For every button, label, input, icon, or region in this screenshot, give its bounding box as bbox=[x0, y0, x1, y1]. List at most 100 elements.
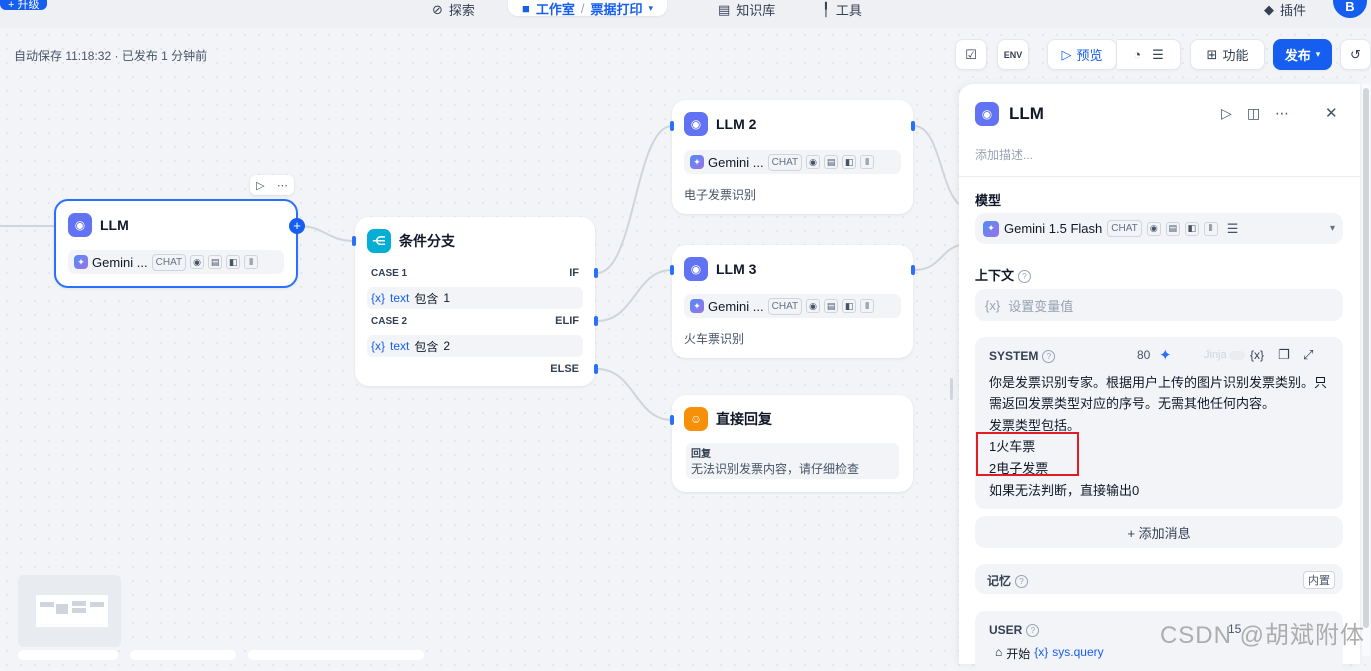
case-1-label: CASE 1 bbox=[371, 268, 408, 279]
run-history-button[interactable]: ◔ ☰ bbox=[1117, 39, 1181, 70]
gemini-icon: ✦ bbox=[690, 299, 704, 313]
llm2-description: 电子发票识别 bbox=[684, 188, 757, 202]
watermark: CSDN @胡斌附体 bbox=[1159, 622, 1365, 649]
nav-plugins[interactable]: ◆ 插件 bbox=[1264, 0, 1306, 19]
minimap-node bbox=[56, 604, 68, 614]
system-prompt-editor[interactable]: SYSTEM? 80 ✦ Jinja {x} ❐ ⤢ 你是发票识别专家。根据用户… bbox=[975, 337, 1343, 509]
case-1-keyword: IF bbox=[569, 267, 579, 279]
variable-icon[interactable]: {x} bbox=[1250, 348, 1264, 362]
run-node-icon[interactable]: ▷ bbox=[256, 179, 264, 192]
llm-node-model: ✦ Gemini ... CHAT ◉ ▤ ◧ ⦀ bbox=[68, 250, 284, 274]
help-doc-icon[interactable]: ◫ bbox=[1247, 105, 1260, 122]
edge-llm3-out bbox=[913, 244, 960, 271]
user-start-node: 开始 bbox=[1006, 647, 1031, 661]
preview-button[interactable]: ▷ 预览 bbox=[1047, 39, 1117, 70]
model-name: Gemini 1.5 Flash bbox=[1004, 221, 1103, 236]
video-icon: ◧ bbox=[842, 299, 857, 313]
clock-icon: ↺ bbox=[1350, 46, 1361, 62]
minimap-node bbox=[90, 602, 104, 607]
panel-resize-handle[interactable] bbox=[950, 378, 953, 400]
llm3-node-title: ◉ LLM 3 bbox=[684, 257, 756, 281]
answer-reply-box: 回复 无法识别发票内容，请仔细检查 bbox=[686, 443, 899, 479]
audio-icon: ⦀ bbox=[244, 255, 259, 269]
case-2-label: CASE 2 bbox=[371, 316, 408, 327]
jinja-toggle[interactable] bbox=[1229, 351, 1245, 360]
user-label: USER bbox=[989, 623, 1023, 637]
help-icon[interactable]: ? bbox=[1018, 270, 1032, 284]
copy-icon[interactable]: ❐ bbox=[1278, 347, 1290, 363]
edge-elif-to-llm3 bbox=[596, 269, 673, 322]
memory-section[interactable]: 记忆? 内置 bbox=[975, 564, 1343, 594]
grid-icon: ⊞ bbox=[1206, 46, 1218, 62]
system-line: 需返回发票类型对应的序号。无需其他任何内容。 bbox=[989, 396, 1276, 411]
llm-node[interactable]: ◉ LLM ✦ Gemini ... CHAT ◉ ▤ ◧ ⦀ + bbox=[54, 199, 305, 288]
history-button[interactable]: ↺ bbox=[1340, 39, 1371, 70]
llm2-output-port[interactable] bbox=[911, 121, 915, 131]
audio-icon: ⦀ bbox=[860, 299, 875, 313]
context-variable-selector[interactable]: {x} 设置变量值 bbox=[975, 289, 1343, 321]
more-icon[interactable]: ⋯ bbox=[277, 179, 288, 192]
env-button[interactable]: ENV bbox=[997, 39, 1029, 70]
minimap[interactable] bbox=[18, 575, 121, 647]
canvas-tools[interactable] bbox=[130, 650, 236, 660]
system-line: 你是发票识别专家。根据用户上传的图片识别发票类别。只 bbox=[989, 375, 1328, 390]
case-2-operator: 包含 bbox=[414, 339, 439, 354]
panel-title: LLM bbox=[1009, 104, 1044, 123]
avatar[interactable]: B bbox=[1333, 0, 1367, 18]
sparkle-icon[interactable]: ✦ bbox=[1159, 346, 1172, 364]
llm2-node[interactable]: ◉ LLM 2 ✦ Gemini ... CHAT ◉ ▤ ◧ ⦀ 电子发票识别 bbox=[672, 100, 913, 214]
variable-icon: {x} bbox=[371, 339, 386, 353]
llm2-node-title: ◉ LLM 2 bbox=[684, 112, 756, 136]
features-button[interactable]: ⊞ 功能 bbox=[1190, 39, 1265, 70]
more-icon[interactable]: ⋯ bbox=[1275, 105, 1289, 122]
llm3-output-port[interactable] bbox=[911, 265, 915, 275]
help-icon[interactable]: ? bbox=[1015, 575, 1029, 589]
else-output-port[interactable] bbox=[594, 364, 598, 374]
help-icon[interactable]: ? bbox=[1026, 624, 1040, 638]
if-else-node[interactable]: ⋲ 条件分支 CASE 1 IF {x} text 包含 1 CASE 2 EL… bbox=[355, 217, 595, 386]
model-label: 模型 bbox=[975, 193, 1002, 208]
memory-label: 记忆 bbox=[987, 574, 1012, 588]
scrollbar-thumb[interactable] bbox=[1363, 88, 1369, 628]
canvas-tools-2[interactable] bbox=[248, 650, 424, 660]
variable-icon: {x} bbox=[985, 297, 1001, 313]
scrollbar[interactable] bbox=[1362, 84, 1370, 656]
model-selector[interactable]: ✦ Gemini 1.5 Flash CHAT ◉ ▤ ◧ ⦀ ☰ ▾ bbox=[975, 213, 1343, 244]
answer-node[interactable]: ☺ 直接回复 回复 无法识别发票内容，请仔细检查 bbox=[672, 395, 913, 492]
answer-node-title: ☺ 直接回复 bbox=[684, 407, 772, 431]
user-section: USER? bbox=[989, 623, 1040, 638]
chat-chip: CHAT bbox=[1107, 220, 1142, 237]
add-next-node-button[interactable]: + bbox=[289, 218, 305, 234]
llm3-node-title-text: LLM 3 bbox=[716, 261, 757, 277]
add-message-button[interactable]: + 添加消息 bbox=[975, 516, 1343, 548]
audio-icon: ⦀ bbox=[1203, 221, 1218, 236]
else-keyword: ELSE bbox=[550, 363, 579, 375]
checklist-icon: ☑ bbox=[965, 46, 977, 62]
context-placeholder: 设置变量值 bbox=[1008, 298, 1074, 314]
llm2-input-port[interactable] bbox=[670, 121, 674, 131]
audio-icon: ⦀ bbox=[860, 155, 875, 169]
elif-output-port[interactable] bbox=[594, 316, 598, 326]
answer-input-port[interactable] bbox=[670, 415, 674, 425]
video-icon: ◧ bbox=[842, 155, 857, 169]
video-icon: ◧ bbox=[226, 255, 241, 269]
zoom-control[interactable] bbox=[18, 650, 118, 660]
branch-input-port[interactable] bbox=[352, 236, 356, 246]
chevron-down-icon: ▾ bbox=[1329, 223, 1335, 234]
publish-button[interactable]: 发布 ▾ bbox=[1273, 39, 1332, 70]
variable-icon: {x} bbox=[1034, 645, 1049, 659]
highlight-box bbox=[976, 432, 1079, 476]
close-icon[interactable]: ✕ bbox=[1325, 104, 1338, 122]
description-input[interactable]: 添加描述... bbox=[975, 146, 1033, 163]
node-config-panel: ◉ LLM ▷ ◫ ⋯ ✕ 添加描述... 模型 ✦ Gemini 1.5 Fl… bbox=[959, 84, 1360, 671]
llm3-node[interactable]: ◉ LLM 3 ✦ Gemini ... CHAT ◉ ▤ ◧ ⦀ 火车票识别 bbox=[672, 245, 913, 358]
help-icon[interactable]: ? bbox=[1042, 350, 1056, 364]
settings-sliders-icon[interactable]: ☰ bbox=[1227, 221, 1239, 237]
branch-node-title: ⋲ 条件分支 bbox=[367, 229, 455, 253]
llm2-node-model: ✦ Gemini ... CHAT ◉ ▤ ◧ ⦀ bbox=[684, 150, 901, 174]
if-output-port[interactable] bbox=[594, 268, 598, 278]
expand-icon[interactable]: ⤢ bbox=[1303, 347, 1313, 363]
llm3-input-port[interactable] bbox=[670, 265, 674, 275]
reply-text: 无法识别发票内容，请仔细检查 bbox=[691, 462, 860, 476]
run-node-icon[interactable]: ▷ bbox=[1221, 105, 1232, 122]
